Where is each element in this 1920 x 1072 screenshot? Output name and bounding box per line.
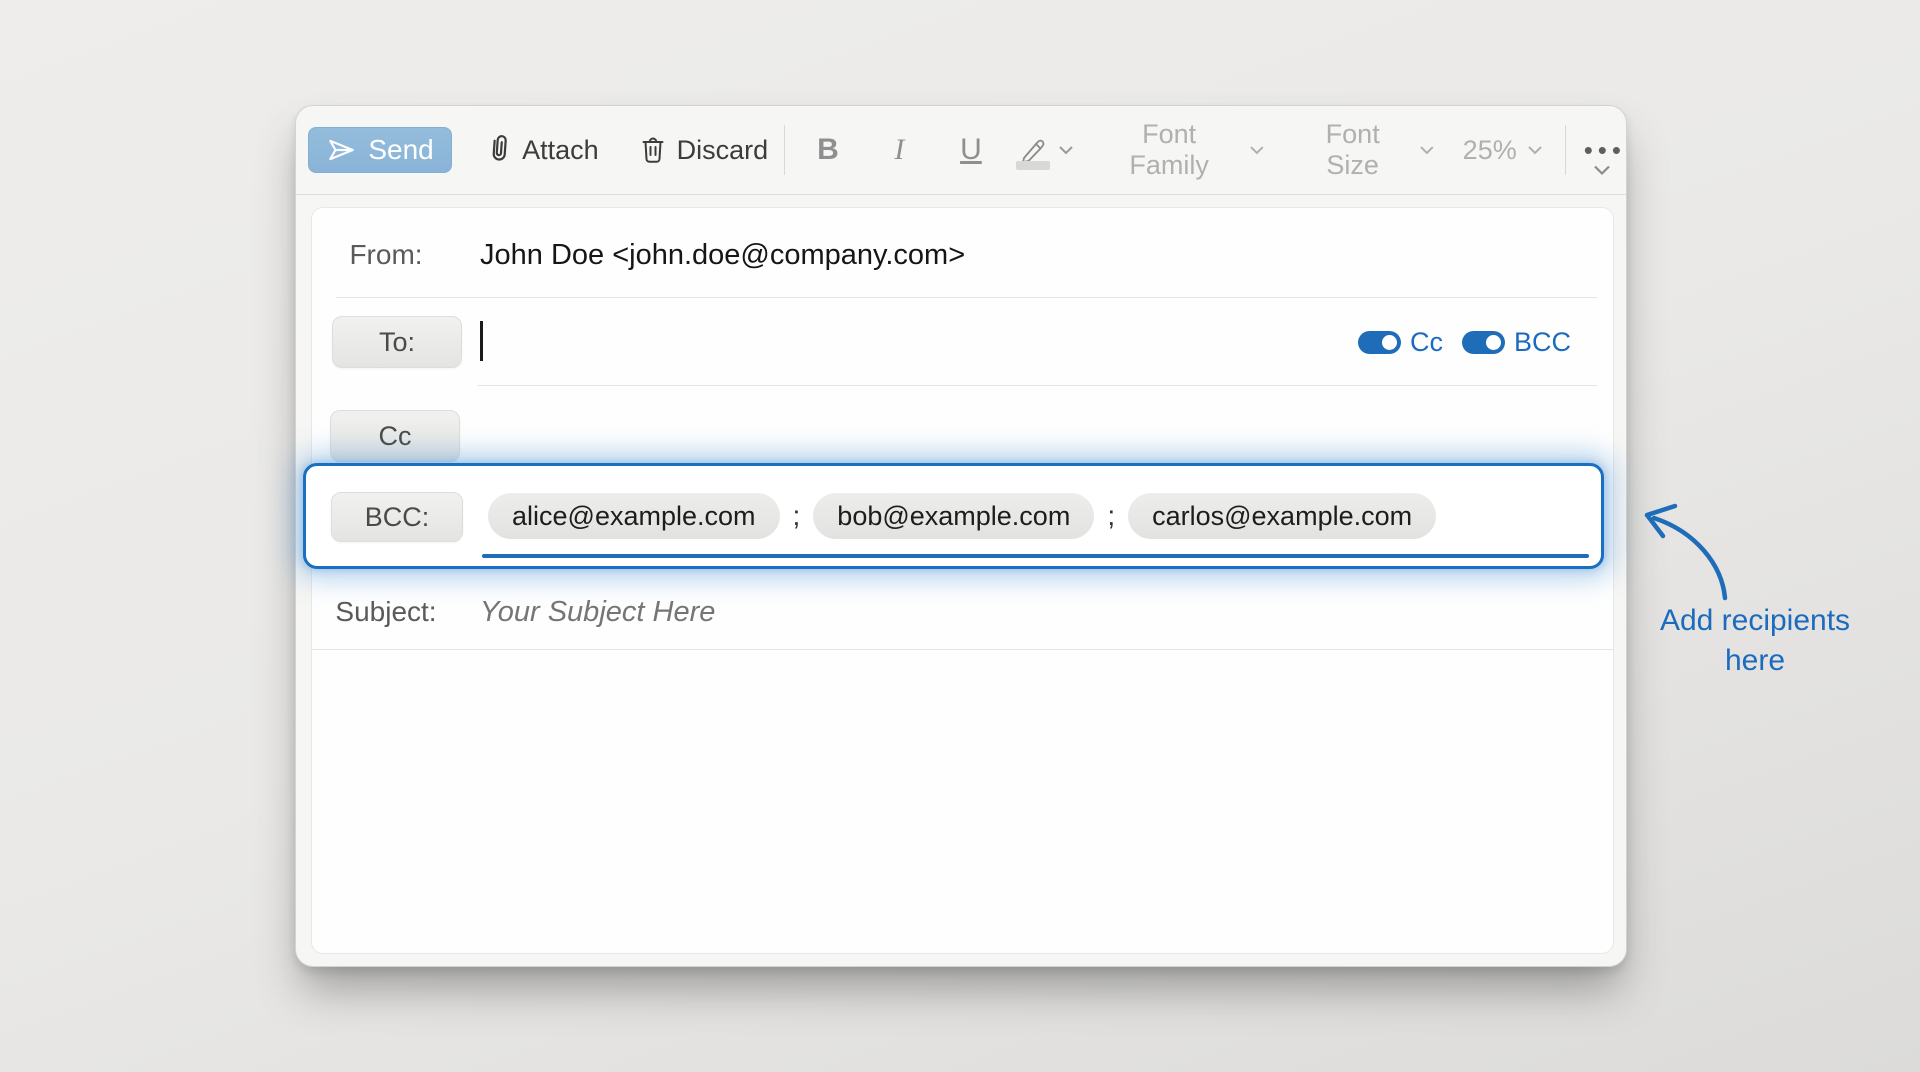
paperclip-icon: [485, 132, 513, 168]
cc-toggle-label: Cc: [1410, 327, 1443, 358]
toolbar-bottom-divider: [296, 194, 1626, 195]
discard-label: Discard: [677, 135, 769, 166]
bcc-label-button[interactable]: BCC:: [331, 492, 463, 542]
subject-label: Subject:: [312, 596, 460, 628]
subject-input[interactable]: Your Subject Here: [480, 596, 715, 629]
highlight-swatch: [1016, 161, 1050, 170]
zoom-value: 25%: [1463, 135, 1517, 166]
toggle-group: Cc BCC: [1358, 316, 1571, 368]
font-size-label: Font Size: [1296, 119, 1408, 181]
toolbar: Send Attach Discard B I U: [296, 106, 1626, 194]
cc-input[interactable]: [480, 410, 1583, 462]
to-input[interactable]: [480, 316, 1293, 368]
cc-label-button[interactable]: Cc: [330, 410, 460, 462]
cc-toggle-knob: [1380, 333, 1399, 352]
bold-button[interactable]: B: [809, 133, 847, 167]
trash-icon: [639, 134, 667, 166]
font-family-label: Font Family: [1100, 119, 1239, 181]
row-divider: [478, 385, 1597, 386]
chevron-down-icon: [1058, 145, 1074, 155]
expand-toolbar-chevron-icon[interactable]: [1592, 164, 1612, 176]
row-divider: [336, 297, 1597, 298]
bcc-input[interactable]: [482, 466, 1589, 566]
bcc-toggle[interactable]: [1462, 331, 1505, 354]
toolbar-divider: [1565, 125, 1566, 175]
send-button[interactable]: Send: [308, 127, 452, 173]
page-background: Send Attach Discard B I U: [0, 0, 1920, 1072]
chevron-down-icon: [1249, 145, 1265, 155]
compose-window: Send Attach Discard B I U: [295, 105, 1627, 967]
font-family-dropdown[interactable]: Font Family: [1100, 119, 1265, 181]
subject-row: Subject: Your Subject Here: [312, 586, 1613, 638]
curved-arrow-icon: [1630, 495, 1780, 610]
italic-button[interactable]: I: [881, 133, 919, 167]
attach-label: Attach: [522, 135, 599, 166]
discard-button[interactable]: Discard: [639, 134, 769, 166]
underline-button[interactable]: U: [952, 133, 990, 167]
chevron-down-icon: [1419, 145, 1435, 155]
from-row: From: John Doe <john.doe@company.com>: [312, 226, 1613, 284]
send-label: Send: [368, 134, 433, 166]
zoom-dropdown[interactable]: 25%: [1463, 135, 1543, 166]
from-value: John Doe <john.doe@company.com>: [480, 239, 965, 272]
more-options-button[interactable]: •••: [1584, 135, 1626, 166]
to-label-button[interactable]: To:: [332, 316, 462, 368]
bcc-toggle-label: BCC: [1514, 327, 1571, 358]
font-size-dropdown[interactable]: Font Size: [1296, 119, 1434, 181]
bcc-field-highlight: BCC: alice@example.com ; bob@example.com…: [303, 463, 1604, 569]
from-label: From:: [312, 239, 460, 271]
cc-toggle[interactable]: [1358, 331, 1401, 354]
bcc-toggle-knob: [1484, 333, 1503, 352]
send-icon: [326, 135, 356, 165]
chevron-down-icon: [1527, 145, 1543, 155]
compose-form: From: John Doe <john.doe@company.com> To…: [311, 207, 1614, 954]
toolbar-divider: [784, 125, 785, 175]
attach-button[interactable]: Attach: [486, 133, 599, 167]
highlight-color-button[interactable]: [1016, 134, 1074, 166]
annotation-text: Add recipients here: [1640, 601, 1870, 681]
message-body[interactable]: [312, 650, 1613, 953]
